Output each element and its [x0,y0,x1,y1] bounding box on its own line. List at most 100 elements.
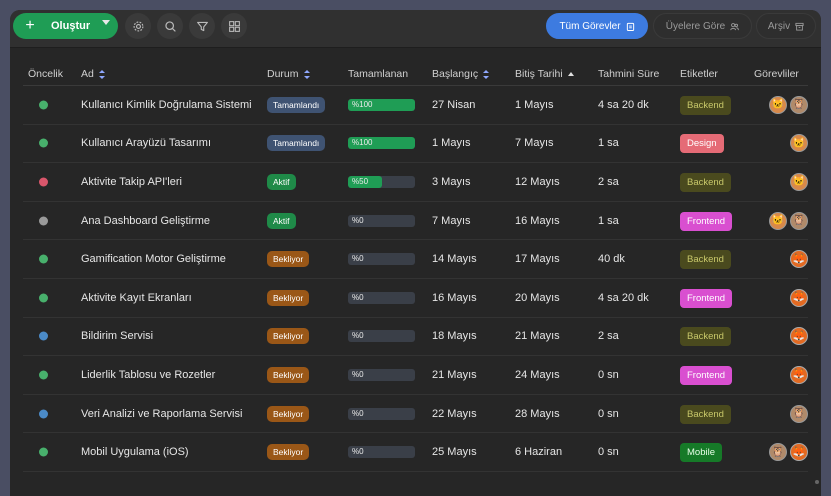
priority-indicator[interactable] [39,177,48,187]
scrollbar[interactable] [815,480,819,484]
avatar[interactable]: 🦉 [769,443,787,462]
status-cell[interactable]: Tamamlandı [267,135,326,152]
priority-dot [39,177,48,187]
avatar[interactable]: 🐱 [769,95,787,114]
estimate: 0 sn [598,407,619,420]
start-date: 16 Mayıs [432,291,477,304]
task-name[interactable]: Bildirim Servisi [81,330,153,342]
task-name[interactable]: Liderlik Tablosu ve Rozetler [81,369,215,381]
avatar[interactable]: 🦊 [790,327,808,346]
task-name[interactable]: Ana Dashboard Geliştirme [81,215,210,227]
task-name[interactable]: Kullanıcı Kimlik Doğrulama Sistemi [81,99,252,111]
progress-cell: %0 [348,407,415,420]
tag-cell[interactable]: Backend [680,404,731,424]
table-row[interactable]: Aktivite Kayıt Ekranları Bekliyor %0 16 … [23,279,808,318]
status-cell[interactable]: Bekliyor [267,405,310,422]
priority-indicator[interactable] [39,447,48,457]
progress-cell: %100 [348,98,415,111]
progress-cell: %0 [348,214,415,227]
task-name[interactable]: Aktivite Takip API'leri [81,176,182,188]
priority-indicator[interactable] [39,216,48,226]
task-name[interactable]: Aktivite Kayıt Ekranları [81,292,192,304]
avatar[interactable]: 🦊 [790,443,808,462]
task-name[interactable]: Mobil Uygulama (iOS) [81,446,189,458]
task-name[interactable]: Gamification Motor Geliştirme [81,253,226,265]
task-name[interactable]: Veri Analizi ve Raporlama Servisi [81,408,242,420]
avatar[interactable]: 🐱 [790,172,808,191]
status-cell[interactable]: Bekliyor [267,444,310,461]
status-cell[interactable]: Bekliyor [267,328,310,345]
tag-cell[interactable]: Backend [680,250,731,270]
status-cell[interactable]: Bekliyor [267,289,310,306]
table-row[interactable]: Ana Dashboard Geliştirme Aktif %0 7 Mayı… [23,202,808,241]
tag-cell[interactable]: Mobile [680,443,722,463]
status-cell[interactable]: Aktif [267,173,296,190]
avatar[interactable]: 🦉 [790,404,808,423]
search-button[interactable] [157,13,183,39]
status-cell[interactable]: Aktif [267,212,296,229]
table-row[interactable]: Kullanıcı Kimlik Doğrulama Sistemi Tamam… [23,86,808,125]
tag-cell[interactable]: Backend [680,327,731,347]
col-status[interactable]: Durum [267,68,310,80]
table-row[interactable]: Liderlik Tablosu ve Rozetler Bekliyor %0… [23,356,808,395]
clipboard-icon [626,22,634,31]
avatar[interactable]: 🐱 [769,211,787,230]
avatar[interactable]: 🦉 [790,211,808,230]
col-priority-label: Öncelik [28,68,64,80]
filter-button[interactable] [189,13,215,39]
tag-cell[interactable]: Frontend [680,288,733,308]
col-name-label: Ad [81,68,94,80]
view-archive-label: Arşiv [767,20,791,32]
col-name[interactable]: Ad [81,68,105,80]
priority-indicator[interactable] [39,331,48,341]
priority-indicator[interactable] [39,409,48,419]
chevron-down-icon[interactable] [102,20,110,25]
priority-indicator[interactable] [39,293,48,303]
tag-cell[interactable]: Frontend [680,365,733,385]
progress-bar: %50 [348,175,415,188]
progress-bar: %100 [348,98,415,111]
settings-button[interactable] [125,13,151,39]
col-start[interactable]: Başlangıç [432,68,490,80]
gear-icon [133,21,143,31]
table-row[interactable]: Gamification Motor Geliştirme Bekliyor %… [23,240,808,279]
table-row[interactable]: Kullanıcı Arayüzü Tasarımı Tamamlandı %1… [23,125,808,164]
status-cell[interactable]: Tamamlandı [267,96,326,113]
status-cell[interactable]: Bekliyor [267,251,310,268]
table-row[interactable]: Bildirim Servisi Bekliyor %0 18 Mayıs 21… [23,318,808,357]
table-row[interactable]: Aktivite Takip API'leri Aktif %50 3 Mayı… [23,163,808,202]
priority-indicator[interactable] [39,100,48,110]
col-estimate[interactable]: Tahmini Süre [598,68,659,80]
avatar[interactable]: 🐱 [790,134,808,153]
avatar[interactable]: 🦉 [790,95,808,114]
priority-dot [39,216,48,226]
tag-cell[interactable]: Design [680,134,724,154]
table-row[interactable]: Veri Analizi ve Raporlama Servisi Bekliy… [23,395,808,434]
tag-cell[interactable]: Frontend [680,211,733,231]
view-all-tasks[interactable]: Tüm Görevler [546,13,648,39]
task-name[interactable]: Kullanıcı Arayüzü Tasarımı [81,137,211,149]
col-end[interactable]: Bitiş Tarihi [515,68,574,80]
priority-indicator[interactable] [39,138,48,148]
grid-view-button[interactable] [221,13,247,39]
assignees-cell: 🐱 [790,134,808,153]
tag-cell[interactable]: Backend [680,95,731,115]
table-row[interactable]: Mobil Uygulama (iOS) Bekliyor %0 25 Mayı… [23,433,808,472]
priority-indicator[interactable] [39,370,48,380]
priority-indicator[interactable] [39,254,48,264]
tag-cell[interactable]: Backend [680,172,731,192]
status-cell[interactable]: Bekliyor [267,366,310,383]
col-status-label: Durum [267,68,299,80]
col-assignees[interactable]: Görevliler [754,68,799,80]
avatar[interactable]: 🦊 [790,288,808,307]
view-archive[interactable]: Arşiv [756,13,816,39]
progress-label: %0 [352,215,364,225]
col-priority[interactable]: Öncelik [28,68,63,80]
view-by-members[interactable]: Üyelere Göre [653,13,752,39]
start-date: 7 Mayıs [432,214,471,227]
col-progress[interactable]: Tamamlanan [348,68,408,80]
avatar[interactable]: 🦊 [790,250,808,269]
create-button[interactable]: + Oluştur [13,13,118,39]
avatar[interactable]: 🦊 [790,365,808,384]
col-tags[interactable]: Etiketler [680,68,718,80]
